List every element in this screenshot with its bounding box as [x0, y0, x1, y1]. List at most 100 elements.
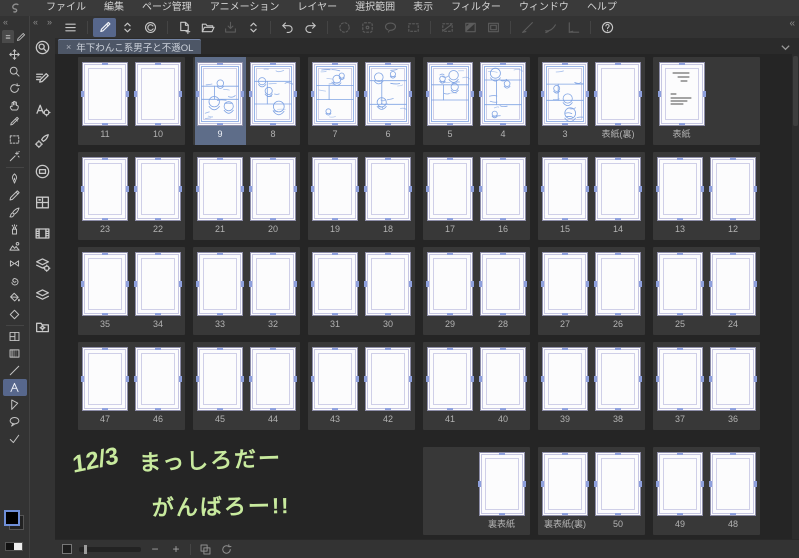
new-page-button[interactable] — [173, 18, 196, 37]
page-canvas[interactable] — [656, 157, 704, 221]
palette-brush-detail[interactable] — [32, 130, 54, 151]
page-thumbnail-23[interactable]: 23 — [80, 152, 131, 240]
page-canvas[interactable] — [479, 157, 527, 221]
tool-flow[interactable] — [3, 396, 27, 413]
page-canvas[interactable] — [249, 252, 297, 316]
page-thumbnail-18[interactable]: 18 — [363, 152, 414, 240]
tool-eyedropper[interactable] — [3, 114, 27, 131]
page-canvas[interactable] — [656, 452, 704, 516]
page-thumbnail-裏表紙[interactable]: 裏表紙 — [476, 447, 527, 535]
page-canvas[interactable] — [364, 157, 412, 221]
menu-item-4[interactable]: レイヤー — [288, 0, 346, 16]
page-thumbnail-28[interactable]: 28 — [478, 247, 529, 335]
tool-gradient[interactable] — [3, 345, 27, 362]
tool-blend[interactable] — [3, 272, 27, 289]
page-canvas[interactable] — [541, 452, 589, 516]
page-canvas[interactable] — [311, 252, 359, 316]
page-thumbnail-6[interactable]: 6 — [363, 57, 414, 145]
palette-navigator[interactable] — [32, 161, 54, 182]
page-thumbnail-39[interactable]: 39 — [540, 342, 591, 430]
edit-page-button[interactable] — [93, 17, 116, 37]
palette-subtool[interactable] — [32, 68, 54, 89]
tool-eraser[interactable] — [3, 306, 27, 323]
page-canvas[interactable] — [541, 157, 589, 221]
page-thumbnail-24[interactable]: 24 — [708, 247, 759, 335]
page-thumbnail-47[interactable]: 47 — [80, 342, 131, 430]
page-thumbnail-48[interactable]: 48 — [708, 447, 759, 535]
page-canvas[interactable] — [311, 62, 359, 126]
page-thumbnail-19[interactable]: 19 — [310, 152, 361, 240]
page-thumbnail-表紙[interactable]: 表紙 — [656, 57, 707, 145]
page-canvas[interactable] — [594, 252, 642, 316]
page-thumbnail-15[interactable]: 15 — [540, 152, 591, 240]
page-canvas[interactable] — [594, 62, 642, 126]
palette-material[interactable] — [32, 316, 54, 337]
page-canvas[interactable] — [249, 347, 297, 411]
menu-item-3[interactable]: アニメーション — [201, 0, 289, 16]
page-thumbnail-46[interactable]: 46 — [133, 342, 184, 430]
page-canvas[interactable] — [134, 62, 182, 126]
tool-bucket[interactable] — [3, 289, 27, 306]
page-canvas[interactable] — [657, 62, 706, 126]
page-thumbnail-20[interactable]: 20 — [248, 152, 299, 240]
palette-tool-property[interactable] — [32, 99, 54, 120]
hamburger-button[interactable] — [59, 18, 82, 37]
palette-layer-property[interactable] — [32, 254, 54, 275]
page-canvas[interactable] — [364, 347, 412, 411]
page-canvas[interactable] — [709, 452, 757, 516]
updown-chevrons-button[interactable] — [116, 18, 139, 37]
page-thumbnail-表紙(裏)[interactable]: 表紙(裏) — [593, 57, 644, 145]
collapse-left-icon[interactable]: « — [3, 16, 8, 29]
tool-text[interactable] — [2, 379, 27, 396]
toolbar-collapse-icon[interactable]: « — [789, 18, 795, 29]
tool-wand[interactable] — [3, 148, 27, 165]
page-canvas[interactable] — [541, 347, 589, 411]
page-thumbnail-50[interactable]: 50 — [593, 447, 644, 535]
help-button[interactable] — [596, 18, 619, 37]
expand-right-icon[interactable]: » — [47, 16, 52, 29]
page-canvas[interactable] — [426, 157, 474, 221]
page-canvas[interactable] — [196, 157, 244, 221]
page-thumbnail-31[interactable]: 31 — [310, 247, 361, 335]
page-thumbnail-45[interactable]: 45 — [195, 342, 246, 430]
redo-button[interactable] — [299, 18, 322, 37]
page-thumbnail-13[interactable]: 13 — [655, 152, 706, 240]
clip-studio-button[interactable] — [139, 18, 162, 37]
page-thumbnail-17[interactable]: 17 — [425, 152, 476, 240]
page-canvas[interactable] — [364, 252, 412, 316]
open-folder-button[interactable] — [196, 18, 219, 37]
page-thumbnail-36[interactable]: 36 — [708, 342, 759, 430]
page-thumbnail-9[interactable]: 9 — [194, 57, 246, 145]
page-canvas[interactable] — [656, 347, 704, 411]
page-canvas[interactable] — [709, 157, 757, 221]
page-manager-canvas[interactable]: 11 10 9 8 7 6 5 4 3 表紙(裏) 表紙 23 22 21 20 19 18 17 16 15 14 13… — [55, 54, 799, 539]
page-thumbnail-12[interactable]: 12 — [708, 152, 759, 240]
tool-decoration[interactable] — [3, 238, 27, 255]
scrollbar-thumb[interactable] — [793, 56, 798, 126]
tool-frame[interactable] — [3, 328, 27, 345]
page-thumbnail-49[interactable]: 49 — [655, 447, 706, 535]
page-canvas[interactable] — [594, 347, 642, 411]
tool-list-tab[interactable]: ≡ — [2, 30, 14, 43]
page-canvas[interactable] — [426, 347, 474, 411]
zoom-in-button[interactable]: + — [169, 541, 183, 557]
page-thumbnail-21[interactable]: 21 — [195, 152, 246, 240]
page-thumbnail-43[interactable]: 43 — [310, 342, 361, 430]
vertical-scrollbar[interactable] — [792, 54, 799, 539]
palette-page-manager[interactable] — [32, 192, 54, 213]
page-thumbnail-37[interactable]: 37 — [655, 342, 706, 430]
tool-marquee[interactable] — [3, 131, 27, 148]
page-canvas[interactable] — [81, 157, 129, 221]
page-canvas[interactable] — [426, 62, 474, 126]
menu-item-9[interactable]: ヘルプ — [578, 0, 626, 16]
tool-ribbon[interactable] — [3, 255, 27, 272]
menu-item-0[interactable]: ファイル — [37, 0, 95, 16]
page-thumbnail-3[interactable]: 3 — [540, 57, 591, 145]
page-thumbnail-4[interactable]: 4 — [478, 57, 529, 145]
menu-item-6[interactable]: 表示 — [404, 0, 442, 16]
palette-timeline[interactable] — [32, 223, 54, 244]
actual-size-button[interactable] — [198, 542, 212, 556]
page-canvas[interactable] — [656, 252, 704, 316]
tool-zoom[interactable] — [3, 63, 27, 80]
page-canvas[interactable] — [81, 62, 129, 126]
